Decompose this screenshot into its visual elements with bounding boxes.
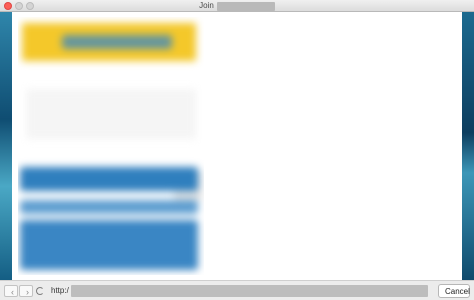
- back-button[interactable]: ‹: [4, 285, 18, 297]
- right-window-edge: [462, 12, 474, 280]
- redacted-url: [71, 285, 428, 297]
- forward-button[interactable]: ›: [19, 285, 33, 297]
- brand-logo: [62, 35, 172, 49]
- url-prefix: http:/: [51, 286, 69, 295]
- window-title: Join: [199, 1, 214, 10]
- content-block: [26, 89, 202, 201]
- spinner-icon: [36, 287, 44, 295]
- chevron-left-icon: ‹: [11, 287, 14, 297]
- browser-toolbar: ‹ › http:/ Cancel: [0, 280, 474, 300]
- blur-layer: [18, 17, 204, 275]
- header-banner: [22, 23, 196, 61]
- left-window-edge: [0, 12, 12, 280]
- blurred-secondary-bar: [20, 200, 198, 214]
- redacted-title-text: [216, 1, 275, 11]
- title-bar[interactable]: Join: [0, 0, 474, 12]
- join-window: Join ‹ › http:/ Cancel: [0, 0, 474, 300]
- cancel-button[interactable]: Cancel: [438, 284, 470, 298]
- blurred-primary-button: [20, 167, 198, 191]
- window-title-group: Join: [0, 0, 474, 12]
- chevron-right-icon: ›: [26, 287, 29, 297]
- blurred-action-block: [20, 220, 198, 270]
- web-content-area: [12, 12, 462, 280]
- blurred-login-page: [18, 17, 204, 275]
